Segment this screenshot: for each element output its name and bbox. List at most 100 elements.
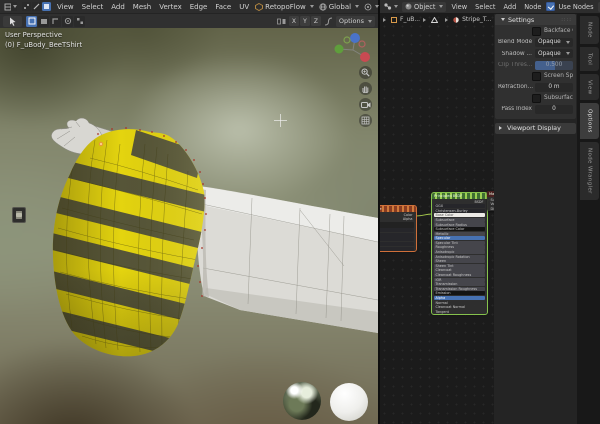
- node-input-row[interactable]: Christensen-Burley: [434, 209, 485, 213]
- shader-editor[interactable]: Object ViewSelectAddNode Use Nodes Slot …: [380, 0, 600, 424]
- node-input-row[interactable]: Clearcoat Roughness: [434, 273, 485, 277]
- sidebar-tab[interactable]: Node Wrangler: [580, 142, 599, 200]
- node-input-row[interactable]: IOR: [434, 278, 485, 282]
- node-property-row[interactable]: Repeat: [380, 237, 414, 241]
- mesh-bee-shirt-and-arm[interactable]: [0, 28, 378, 424]
- screen-space-checkbox[interactable]: [532, 72, 541, 81]
- node-property-row[interactable]: Flat: [380, 233, 414, 237]
- options-dropdown[interactable]: Options: [336, 16, 375, 27]
- node-input-row[interactable]: Subsurface Radius: [434, 222, 485, 226]
- node-input-row[interactable]: Specular: [434, 236, 485, 240]
- node-input-row[interactable]: Anisotropic Rotation: [434, 255, 485, 259]
- viewport-menu[interactable]: Select: [81, 3, 105, 11]
- transform-orientation-dropdown[interactable]: Global: [319, 3, 359, 11]
- node-input-row[interactable]: Base Color: [434, 213, 485, 217]
- use-nodes-toggle[interactable]: Use Nodes: [546, 2, 593, 11]
- sidebar-tab[interactable]: Tool: [580, 47, 599, 71]
- node-input-row[interactable]: Anisotropic: [434, 250, 485, 254]
- shader-menu[interactable]: View: [450, 3, 468, 11]
- tool-option-button-2[interactable]: [38, 16, 49, 27]
- backface-culling-checkbox[interactable]: [532, 27, 541, 36]
- shadow-mode-dropdown[interactable]: Opaque: [535, 49, 573, 58]
- node-input-row[interactable]: Specular Tint: [434, 241, 485, 245]
- node-input-row[interactable]: Normal: [434, 301, 485, 305]
- camera-view-button[interactable]: [359, 98, 372, 111]
- zoom-button[interactable]: [359, 66, 372, 79]
- viewport-canvas[interactable]: User Perspective (0) F_uBody_BeeTShirt: [0, 28, 378, 424]
- viewport-menu[interactable]: Vertex: [158, 3, 183, 11]
- viewport-menu[interactable]: View: [56, 3, 75, 11]
- node-input-row[interactable]: Alpha: [434, 296, 485, 300]
- node-property-row[interactable]: Linear: [380, 228, 414, 232]
- viewport-menu[interactable]: Mesh: [132, 3, 152, 11]
- pan-hand-button[interactable]: [359, 82, 372, 95]
- node-output-socket[interactable]: Alpha: [380, 217, 414, 221]
- shader-menu[interactable]: Add: [502, 3, 517, 11]
- settings-panel-header[interactable]: Settings ::::: [495, 14, 576, 25]
- viewport-nav-buttons: [359, 66, 372, 127]
- editor-type-icon[interactable]: [4, 2, 17, 11]
- node-input-row[interactable]: GGX: [434, 204, 485, 208]
- refraction-depth-field[interactable]: 0 m: [535, 83, 573, 92]
- node-input-row[interactable]: Clearcoat Normal: [434, 305, 485, 309]
- retopoflow-dropdown[interactable]: RetopoFlow: [255, 3, 314, 11]
- shader-menu[interactable]: Node: [523, 3, 542, 11]
- blend-mode-dropdown[interactable]: Opaque: [535, 38, 573, 47]
- editor-type-dropdown[interactable]: [383, 2, 398, 11]
- node-principled-bsdf[interactable]: Principled BSDF BSDF GGXChristensen-Burl…: [432, 193, 487, 314]
- node-input-row[interactable]: Clearcoat: [434, 268, 485, 272]
- node-input-row[interactable]: Emission: [434, 291, 485, 295]
- node-input-row[interactable]: Subsurface: [434, 218, 485, 222]
- node-output-socket[interactable]: Color: [380, 213, 414, 217]
- node-input-row[interactable]: Sheen Tint: [434, 264, 485, 268]
- mirror-axis-button[interactable]: Z: [311, 16, 321, 26]
- node-input-row[interactable]: Roughness: [434, 245, 485, 249]
- node-input-row[interactable]: Transmission: [434, 282, 485, 286]
- subsurface-row[interactable]: Subsurface ...: [498, 94, 573, 103]
- clip-threshold-slider[interactable]: 0.500: [535, 61, 573, 70]
- sidebar-tab[interactable]: Options: [580, 103, 599, 139]
- perspective-toggle-button[interactable]: [359, 114, 372, 127]
- tool-option-button-1[interactable]: [26, 16, 37, 27]
- node-canvas[interactable]: F_uB... Stripe_T... Image Texture ColorA…: [380, 13, 495, 424]
- use-nodes-checkbox[interactable]: [546, 2, 555, 11]
- viewport-menu[interactable]: Edge: [189, 3, 209, 11]
- node-input-row[interactable]: Metallic: [434, 232, 485, 236]
- node-input-row[interactable]: Sheen: [434, 259, 485, 263]
- vertex-select-mode-button[interactable]: [22, 2, 31, 11]
- snap-curve-icon[interactable]: [324, 17, 333, 26]
- active-tool-button[interactable]: [3, 16, 22, 27]
- node-property-row[interactable]: Single Image: [380, 242, 414, 246]
- node-image-texture[interactable]: Image Texture ColorAlpha LinearFlatRepea…: [380, 206, 416, 251]
- node-property-row[interactable]: [380, 222, 414, 228]
- viewport-menu[interactable]: Add: [110, 3, 126, 11]
- viewport-3d[interactable]: View Select Add Mesh Vertex Edge Face UV Retopo…: [0, 0, 380, 424]
- tool-option-button-4[interactable]: [62, 16, 73, 27]
- node-property-row[interactable]: Color Space: [380, 247, 414, 251]
- node-input-row[interactable]: Transmission Roughness: [434, 287, 485, 291]
- gizmo-x-axis: [360, 52, 370, 62]
- mirror-axis-button[interactable]: Y: [300, 16, 310, 26]
- shader-type-dropdown[interactable]: Object: [402, 2, 446, 12]
- mirror-axis-button[interactable]: X: [289, 16, 299, 26]
- pivot-point-dropdown[interactable]: [364, 3, 379, 11]
- edge-select-mode-button[interactable]: [32, 2, 41, 11]
- navigation-gizmo[interactable]: [329, 30, 375, 66]
- tool-option-button-5[interactable]: [74, 16, 85, 27]
- face-select-mode-button[interactable]: [42, 2, 51, 11]
- node-input-row[interactable]: Subsurface Color: [434, 227, 485, 231]
- backface-culling-row[interactable]: Backface Cu...: [498, 27, 573, 36]
- sidebar-tab[interactable]: Node: [580, 16, 599, 44]
- material-ball-icon: [405, 3, 412, 10]
- viewport-display-panel-header[interactable]: Viewport Display: [495, 123, 576, 134]
- pass-index-field[interactable]: 0: [535, 105, 573, 114]
- sidebar-tab[interactable]: View: [580, 74, 599, 100]
- viewport-menu[interactable]: UV: [238, 3, 250, 11]
- node-input-row[interactable]: Tangent: [434, 310, 485, 314]
- shader-menu[interactable]: Select: [474, 3, 496, 11]
- bsdf-output-socket[interactable]: BSDF: [434, 200, 485, 204]
- screen-space-row[interactable]: Screen Spac...: [498, 72, 573, 81]
- tool-option-button-3[interactable]: [50, 16, 61, 27]
- viewport-menu[interactable]: Face: [214, 3, 232, 11]
- subsurface-checkbox[interactable]: [532, 94, 541, 103]
